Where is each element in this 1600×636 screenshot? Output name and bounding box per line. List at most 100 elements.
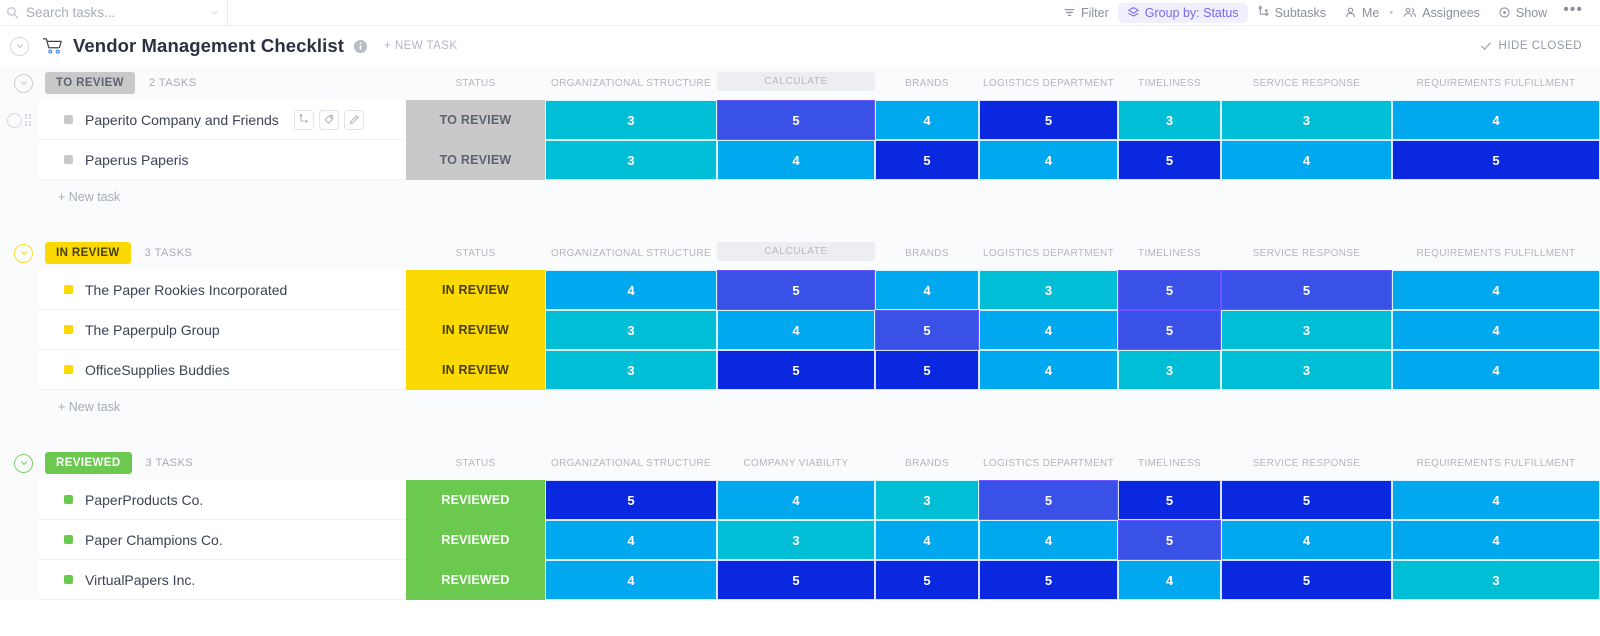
rating-cell-org[interactable]: 4 [545, 560, 717, 600]
subtask-button[interactable] [293, 109, 314, 130]
hide-closed-button[interactable]: HIDE CLOSED [1480, 40, 1582, 52]
column-header-requirements[interactable]: REQUIREMENTS FULFILLMENT [1392, 458, 1600, 469]
rating-cell-viability[interactable]: 3 [717, 520, 875, 560]
rating-cell-org[interactable]: 5 [545, 480, 717, 520]
rating-cell-timeliness[interactable]: 4 [1118, 560, 1221, 600]
column-header-logistics[interactable]: LOGISTICS DEPARTMENT [979, 458, 1118, 469]
rating-cell-requirements[interactable]: 4 [1392, 270, 1600, 310]
rating-cell-service[interactable]: 5 [1221, 480, 1392, 520]
edit-button[interactable] [343, 109, 364, 130]
rating-cell-timeliness[interactable]: 3 [1118, 350, 1221, 390]
column-header-status[interactable]: STATUS [406, 78, 545, 89]
group-status-chip[interactable]: REVIEWED [45, 452, 132, 474]
rating-cell-org[interactable]: 4 [545, 270, 717, 310]
rating-cell-brands[interactable]: 5 [875, 350, 979, 390]
task-name-cell[interactable]: VirtualPapers Inc. [38, 560, 406, 600]
rating-cell-service[interactable]: 4 [1221, 140, 1392, 180]
rating-cell-viability[interactable]: 4 [717, 480, 875, 520]
rating-cell-service[interactable]: 3 [1221, 100, 1392, 140]
rating-cell-timeliness[interactable]: 5 [1118, 480, 1221, 520]
add-task-link[interactable]: + New task [58, 400, 120, 414]
chevron-down-icon[interactable] [210, 6, 219, 19]
rating-cell-viability[interactable]: 4 [717, 310, 875, 350]
rating-cell-service[interactable]: 4 [1221, 520, 1392, 560]
task-name-cell[interactable]: OfficeSupplies Buddies [38, 350, 406, 390]
status-badge[interactable]: REVIEWED [406, 480, 545, 520]
rating-cell-brands[interactable]: 5 [875, 560, 979, 600]
status-badge[interactable]: IN REVIEW [406, 350, 545, 390]
search-input[interactable] [26, 5, 203, 20]
column-header-brands[interactable]: BRANDS [875, 248, 979, 259]
table-row[interactable]: VirtualPapers Inc. REVIEWED 4555453 [0, 560, 1600, 600]
rating-cell-viability[interactable]: 5 [717, 100, 875, 140]
rating-cell-service[interactable]: 5 [1221, 270, 1392, 310]
rating-cell-requirements[interactable]: 5 [1392, 140, 1600, 180]
task-name-cell[interactable]: PaperProducts Co. [38, 480, 406, 520]
column-header-timeliness[interactable]: TIMELINESS [1118, 248, 1221, 259]
column-header-service[interactable]: SERVICE RESPONSE [1221, 78, 1392, 89]
column-header-service[interactable]: SERVICE RESPONSE [1221, 248, 1392, 259]
drag-handle-icon[interactable] [25, 113, 31, 127]
status-badge[interactable]: TO REVIEW [406, 140, 545, 180]
rating-cell-viability[interactable]: 5 [717, 560, 875, 600]
rating-cell-requirements[interactable]: 3 [1392, 560, 1600, 600]
status-badge[interactable]: IN REVIEW [406, 310, 545, 350]
rating-cell-requirements[interactable]: 4 [1392, 520, 1600, 560]
rating-cell-service[interactable]: 5 [1221, 560, 1392, 600]
column-header-brands[interactable]: BRANDS [875, 458, 979, 469]
row-checkbox[interactable] [7, 112, 23, 128]
rating-cell-org[interactable]: 3 [545, 350, 717, 390]
rating-cell-requirements[interactable]: 4 [1392, 350, 1600, 390]
rating-cell-logistics[interactable]: 4 [979, 140, 1118, 180]
column-header-timeliness[interactable]: TIMELINESS [1118, 458, 1221, 469]
show-button[interactable]: Show [1489, 3, 1556, 23]
task-name-cell[interactable]: The Paperpulp Group [38, 310, 406, 350]
me-button[interactable]: Me [1335, 3, 1388, 23]
subtasks-button[interactable]: Subtasks [1248, 3, 1335, 23]
rating-cell-viability[interactable]: 5 [717, 350, 875, 390]
column-header-status[interactable]: STATUS [406, 248, 545, 259]
table-row[interactable]: The Paper Rookies Incorporated IN REVIEW… [0, 270, 1600, 310]
column-header-viability[interactable]: COMPANY VIABILITY [717, 458, 875, 469]
info-icon[interactable] [353, 39, 368, 54]
rating-cell-requirements[interactable]: 4 [1392, 100, 1600, 140]
calculate-button[interactable]: CALCULATE [717, 72, 875, 91]
rating-cell-timeliness[interactable]: 5 [1118, 520, 1221, 560]
rating-cell-brands[interactable]: 4 [875, 520, 979, 560]
table-row[interactable]: Paperito Company and Friends TO REVIEW 3… [0, 100, 1600, 140]
rating-cell-logistics[interactable]: 5 [979, 100, 1118, 140]
rating-cell-brands[interactable]: 3 [875, 480, 979, 520]
rating-cell-logistics[interactable]: 5 [979, 480, 1118, 520]
table-row[interactable]: OfficeSupplies Buddies IN REVIEW 3554334 [0, 350, 1600, 390]
rating-cell-viability[interactable]: 4 [717, 140, 875, 180]
table-row[interactable]: The Paperpulp Group IN REVIEW 3454534 [0, 310, 1600, 350]
column-header-timeliness[interactable]: TIMELINESS [1118, 78, 1221, 89]
table-row[interactable]: Paperus Paperis TO REVIEW 3454545 [0, 140, 1600, 180]
column-header-requirements[interactable]: REQUIREMENTS FULFILLMENT [1392, 248, 1600, 259]
status-badge[interactable]: TO REVIEW [406, 100, 545, 140]
rating-cell-logistics[interactable]: 4 [979, 350, 1118, 390]
task-name-cell[interactable]: Paperus Paperis [38, 140, 406, 180]
filter-button[interactable]: Filter [1054, 3, 1118, 23]
rating-cell-service[interactable]: 3 [1221, 310, 1392, 350]
rating-cell-org[interactable]: 4 [545, 520, 717, 560]
more-options-button[interactable]: ••• [1556, 1, 1590, 21]
collapse-group-button[interactable] [14, 453, 33, 473]
rating-cell-logistics[interactable]: 5 [979, 560, 1118, 600]
status-badge[interactable]: IN REVIEW [406, 270, 545, 310]
tag-button[interactable] [318, 109, 339, 130]
group-status-chip[interactable]: IN REVIEW [45, 242, 131, 264]
rating-cell-requirements[interactable]: 4 [1392, 480, 1600, 520]
column-header-brands[interactable]: BRANDS [875, 78, 979, 89]
add-task-link[interactable]: + New task [58, 190, 120, 204]
column-header-service[interactable]: SERVICE RESPONSE [1221, 458, 1392, 469]
rating-cell-logistics[interactable]: 4 [979, 310, 1118, 350]
rating-cell-requirements[interactable]: 4 [1392, 310, 1600, 350]
rating-cell-viability[interactable]: 5 [717, 270, 875, 310]
group-by-button[interactable]: Group by: Status [1117, 2, 1248, 23]
table-row[interactable]: PaperProducts Co. REVIEWED 5435554 [0, 480, 1600, 520]
collapse-group-button[interactable] [14, 243, 33, 263]
rating-cell-brands[interactable]: 5 [875, 140, 979, 180]
column-header-org[interactable]: ORGANIZATIONAL STRUCTURE [545, 458, 717, 469]
column-header-requirements[interactable]: REQUIREMENTS FULFILLMENT [1392, 78, 1600, 89]
